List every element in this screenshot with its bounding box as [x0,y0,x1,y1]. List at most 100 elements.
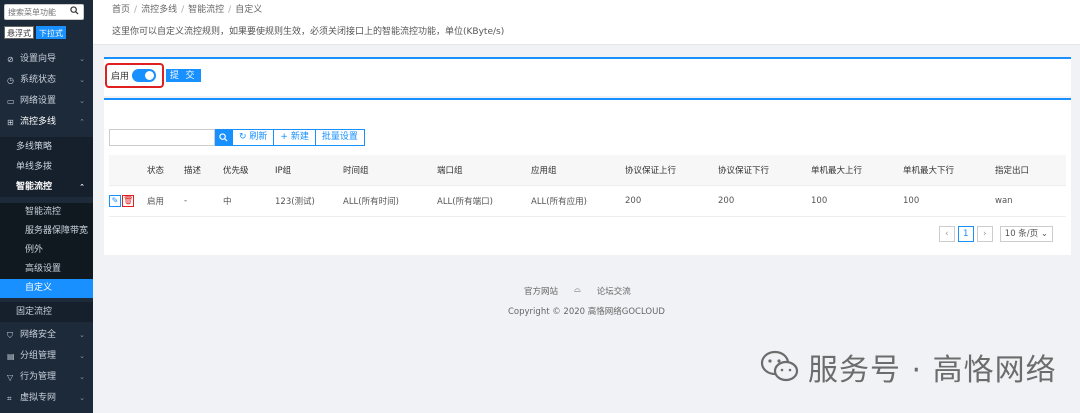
chevron-down-icon: ⌄ [79,394,85,402]
sidebar-sub-multiline[interactable]: 多线策略 [0,137,93,157]
mode-float-button[interactable]: 悬浮式 [4,26,34,39]
edit-icon[interactable]: ✎ [109,194,121,207]
sidebar-item-status[interactable]: ◷ 系统状态 ⌄ [0,70,93,91]
breadcrumb-current: 自定义 [235,5,263,15]
col-guarantee-up: 协议保证上行 [625,165,677,176]
col-port-group: 端口组 [437,165,463,176]
search-icon [219,133,228,142]
batch-settings-button[interactable]: 批量设置 [314,129,365,146]
breadcrumb: 首页 / 流控多线 / 智能流控 / 自定义 [112,5,263,15]
monitor-icon: ▭ [7,97,15,106]
enable-highlight: 启用 [105,63,164,88]
menu-search[interactable] [4,4,84,20]
copyright: Copyright © 2020 高恪网络GOCLOUD [508,307,665,317]
refresh-button[interactable]: ↻ 刷新 [232,129,275,146]
cloud-icon: ⌓ [574,285,581,295]
page-current[interactable]: 1 [957,226,974,242]
page-size-label: 10 条/页 [1004,229,1039,239]
table-header-row: 状态 描述 优先级 IP组 时间组 端口组 应用组 协议保证上行 协议保证下行 … [109,155,1066,185]
watermark: 服务号 · 高恪网络 [760,345,1057,389]
sidebar-item-group[interactable]: ▤ 分组管理 ⌄ [0,346,93,367]
plus-icon: + [280,132,291,142]
next-page-button[interactable]: › [976,226,993,242]
sidebar-sub-single-dial[interactable]: 单线多拨 [0,157,93,177]
chevron-down-icon: ⌄ [79,97,85,105]
sidebar-sub-smart-flow[interactable]: 智能流控 ⌃ [0,177,93,197]
chevron-down-icon: ⌄ [79,373,85,381]
cell-ip-group: 123(测试) [275,196,315,207]
network-icon: ⊞ [7,118,14,127]
rules-table: 状态 描述 优先级 IP组 时间组 端口组 应用组 协议保证上行 协议保证下行 … [109,155,1066,217]
page-size-select[interactable]: 10 条/页 ⌄ [999,226,1053,242]
refresh-label: 刷新 [249,132,268,142]
delete-icon[interactable]: 🗑 [122,194,134,207]
col-ip-group: IP组 [275,165,292,176]
chevron-down-icon: ⌄ [1040,229,1048,239]
chevron-up-icon: ⌃ [79,183,85,191]
sidebar-item-vpn[interactable]: ⌗ 虚拟专网 ⌄ [0,388,93,409]
row-actions: ✎ 🗑 [109,185,147,216]
forum-link[interactable]: 论坛交流 [597,285,631,297]
col-max-up: 单机最大上行 [811,165,863,176]
col-desc: 描述 [184,165,202,176]
search-button[interactable] [215,129,232,146]
add-label: 新建 [290,132,309,142]
cell-time-group: ALL(所有时间) [343,196,399,207]
sidebar-sub2-custom[interactable]: 自定义 [0,279,93,298]
sidebar-item-label: 设置向导 [20,54,57,64]
sidebar-item-label: 行为管理 [20,372,57,382]
sidebar-item-network[interactable]: ▭ 网络设置 ⌄ [0,91,93,112]
breadcrumb-flow[interactable]: 流控多线 [141,5,177,15]
shield-icon: ⛉ [7,331,13,340]
col-max-down: 单机最大下行 [903,165,955,176]
sidebar-item-wizard[interactable]: ⊘ 设置向导 ⌄ [0,49,93,70]
official-site-link[interactable]: 官方网站 [524,285,558,297]
watermark-text: 服务号 · 高恪网络 [808,353,1057,388]
sidebar: 悬浮式 下拉式 ⊘ 设置向导 ⌄ ◷ 系统状态 ⌄ ▭ 网络设置 ⌄ ⊞ 流控多… [0,0,93,413]
cell-guarantee-down: 200 [718,195,735,206]
footer-links: 官方网站 ⌓ 论坛交流 [524,285,631,297]
cell-max-down: 100 [903,195,920,206]
sidebar-sub2-server-bandwidth[interactable]: 服务器保障带宽 [0,222,93,241]
sidebar-sub2-advanced[interactable]: 高级设置 [0,260,93,279]
vpn-icon: ⌗ [7,394,12,403]
enable-toggle[interactable] [132,69,157,82]
cell-app-group: ALL(所有应用) [531,196,587,207]
cell-guarantee-up: 200 [625,195,642,206]
sidebar-sub2-smart-flow[interactable]: 智能流控 [0,203,93,222]
page-header: 首页 / 流控多线 / 智能流控 / 自定义 这里你可以自定义流控规则，如果要使规则生效，必… [93,0,1080,45]
sidebar-item-security[interactable]: ⛉ 网络安全 ⌄ [0,325,93,346]
enable-panel: 启用 提 交 [104,57,1071,96]
sidebar-item-label: 流控多线 [20,117,57,127]
col-app-group: 应用组 [531,165,557,176]
submit-button[interactable]: 提 交 [166,69,201,82]
add-button[interactable]: + 新建 [273,129,316,146]
cell-status: 启用 [147,196,165,207]
breadcrumb-smart[interactable]: 智能流控 [188,5,224,15]
col-status: 状态 [147,165,165,176]
breadcrumb-home[interactable]: 首页 [112,5,130,15]
refresh-icon: ↻ [239,132,250,142]
sidebar-sub-fixed-flow[interactable]: 固定流控 [0,302,93,322]
col-actions [109,155,147,185]
sidebar-item-flow[interactable]: ⊞ 流控多线 ⌃ [0,112,93,133]
sidebar-item-behavior[interactable]: ▽ 行为管理 ⌄ [0,367,93,388]
funnel-icon: ▽ [7,373,14,382]
prev-page-button[interactable]: ‹ [938,226,955,242]
col-exit: 指定出口 [995,165,1030,176]
search-icon[interactable] [70,6,80,18]
cell-max-up: 100 [811,195,828,206]
wechat-logo-icon [760,349,800,385]
menu-search-input[interactable] [5,5,71,19]
cell-port-group: ALL(所有端口) [437,196,493,207]
sidebar-item-label: 系统状态 [20,75,57,85]
table-row: ✎ 🗑 启用 - 中 123(测试) ALL(所有时间) ALL(所有端口) AL… [109,185,1066,216]
chevron-up-icon: ⌃ [79,118,85,126]
sidebar-sub2-exception[interactable]: 例外 [0,241,93,260]
sidebar-sub-label: 智能流控 [16,182,53,192]
rule-search-input[interactable] [109,129,215,146]
col-priority: 优先级 [223,165,249,176]
cell-priority: 中 [223,196,232,207]
mode-dropdown-button[interactable]: 下拉式 [36,26,66,39]
cell-exit: wan [995,195,1013,206]
